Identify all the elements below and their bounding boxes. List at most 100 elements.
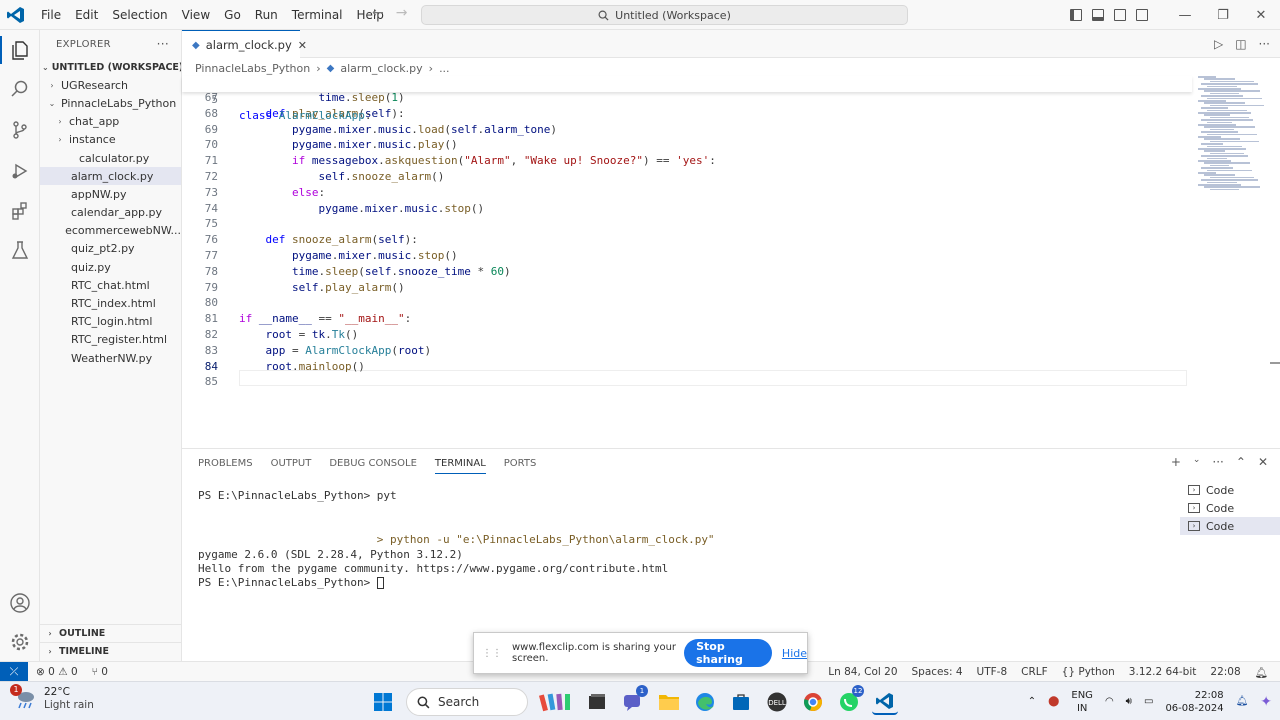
menu-go[interactable]: Go (217, 0, 248, 30)
sticky-scroll-line[interactable]: 5 class AlarmClockApp: (182, 76, 1192, 122)
clock[interactable]: 22:08 06-08-2024 (1165, 689, 1223, 715)
code-line[interactable]: 84 root.mainloop() (182, 359, 1192, 375)
microsoft-store-icon[interactable] (728, 689, 754, 715)
code-line[interactable]: 71 if messagebox.askquestion("Alarm", "W… (182, 153, 1192, 169)
back-arrow-icon[interactable]: ← (372, 5, 384, 21)
copilot-pencils-icon[interactable] (538, 689, 574, 715)
chevron-up-icon[interactable]: ⌃ (1028, 696, 1036, 707)
remote-indicator-icon[interactable]: ⤫ (0, 661, 28, 682)
cursor-position[interactable]: Ln 84, Col 20 (828, 666, 897, 678)
settings-gear-icon[interactable] (8, 630, 32, 654)
tree-item[interactable]: ⌄ PinnacleLabs_Python (40, 94, 181, 112)
code-line[interactable]: 73 else: (182, 185, 1192, 201)
toggle-primary-sidebar-icon[interactable] (1070, 9, 1082, 21)
tree-item[interactable]: ecommercewebNW... (40, 222, 181, 240)
tree-item[interactable]: RTC_register.html (40, 331, 181, 349)
code-line[interactable]: 75 (182, 216, 1192, 232)
minimize-icon[interactable]: — (1166, 8, 1204, 23)
battery-icon[interactable]: ▭ (1144, 696, 1153, 707)
split-editor-icon[interactable]: ◫ (1235, 37, 1246, 51)
menu-file[interactable]: File (34, 0, 68, 30)
code-line[interactable]: 74 pygame.mixer.music.stop() (182, 201, 1192, 217)
close-window-icon[interactable]: ✕ (1242, 8, 1280, 23)
chat-icon[interactable]: 1 (620, 685, 648, 715)
accounts-icon[interactable] (8, 591, 32, 615)
chevron-down-icon[interactable]: ⌄ (1193, 455, 1201, 469)
copilot-icon[interactable]: ✦ (1260, 694, 1272, 710)
code-line[interactable]: 83 app = AlarmClockApp(root) (182, 343, 1192, 359)
terminal-instance[interactable]: › Code (1180, 517, 1280, 535)
toggle-secondary-sidebar-icon[interactable] (1114, 9, 1126, 21)
extensions-icon[interactable] (8, 199, 32, 223)
tree-item[interactable]: calculator.py (40, 149, 181, 167)
tree-item[interactable]: quiz_pt2.py (40, 240, 181, 258)
notifications-bell-icon[interactable]: 🔔︎ (1255, 666, 1268, 679)
security-icon[interactable]: ⬤ (1048, 696, 1059, 707)
tree-item[interactable]: alarm_clock.py (40, 167, 181, 186)
run-python-file-icon[interactable]: ▷ (1214, 37, 1223, 51)
terminal-instance[interactable]: › Code (1180, 481, 1280, 499)
code-line[interactable]: 67 time.sleep(1) (182, 90, 1192, 106)
dell-icon[interactable]: DELL (764, 689, 790, 715)
code-line[interactable]: 70 pygame.mixer.music.play() (182, 137, 1192, 153)
tab-ports[interactable]: PORTS (504, 458, 537, 469)
breadcrumb-folder[interactable]: PinnacleLabs_Python (195, 62, 310, 75)
code-line[interactable]: 79 self.play_alarm() (182, 280, 1192, 296)
tab-terminal[interactable]: TERMINAL (434, 458, 486, 474)
notification-bell-icon[interactable]: 🔔︎ (1236, 696, 1249, 707)
minimap[interactable] (1198, 76, 1270, 196)
task-view-icon[interactable] (584, 689, 610, 715)
language-mode[interactable]: {} Python (1062, 666, 1115, 678)
more-actions-icon[interactable]: ··· (157, 37, 169, 51)
tree-item[interactable]: › instance (40, 131, 181, 149)
file-explorer-icon[interactable] (656, 689, 682, 715)
tree-item[interactable]: RTC_login.html (40, 313, 181, 331)
indentation[interactable]: Spaces: 4 (912, 666, 963, 678)
tree-item[interactable]: appNW.py (40, 185, 181, 203)
workspace-root[interactable]: ⌄ UNTITLED (WORKSPACE) (40, 58, 181, 76)
code-line[interactable]: 77 pygame.mixer.music.stop() (182, 248, 1192, 264)
encoding[interactable]: UTF-8 (977, 666, 1008, 678)
chrome-icon[interactable] (800, 689, 826, 715)
testing-flask-icon[interactable] (8, 238, 32, 262)
breadcrumb-symbol[interactable]: ... (439, 62, 450, 75)
tree-item[interactable]: WeatherNW.py (40, 349, 181, 367)
vscode-taskbar-icon[interactable] (872, 689, 898, 715)
volume-icon[interactable]: 🔊︎ (1126, 696, 1132, 707)
line-endings[interactable]: CRLF (1021, 666, 1048, 678)
taskbar-search[interactable]: Search (406, 688, 528, 716)
new-terminal-icon[interactable]: + (1171, 455, 1181, 469)
python-interpreter[interactable]: 3.12.2 64-bit (1129, 666, 1197, 678)
tab-problems[interactable]: PROBLEMS (198, 458, 253, 469)
tree-item[interactable]: › chat_app (40, 113, 181, 131)
code-editor[interactable]: 67 time.sleep(1) 68 def play_alarm(self):… (182, 76, 1280, 448)
breadcrumb-file[interactable]: alarm_clock.py (340, 62, 422, 75)
menu-terminal[interactable]: Terminal (285, 0, 350, 30)
windows-start-icon[interactable] (370, 689, 396, 715)
menu-view[interactable]: View (175, 0, 217, 30)
terminal-instance[interactable]: › Code (1180, 499, 1280, 517)
customize-layout-icon[interactable] (1136, 9, 1148, 21)
code-line[interactable]: 78 time.sleep(self.snooze_time * 60) (182, 264, 1192, 280)
close-panel-icon[interactable]: ✕ (1258, 455, 1268, 469)
scrollbar-marker[interactable] (1270, 362, 1280, 364)
code-line[interactable]: 80 (182, 295, 1192, 311)
more-actions-icon[interactable]: ··· (1259, 37, 1270, 51)
hide-link[interactable]: Hide (782, 647, 807, 660)
tree-item[interactable]: › UGResearch (40, 76, 181, 94)
more-actions-icon[interactable]: ··· (1212, 455, 1223, 469)
forward-arrow-icon[interactable]: → (396, 5, 408, 21)
code-line[interactable]: 82 root = tk.Tk() (182, 327, 1192, 343)
toggle-panel-icon[interactable] (1092, 9, 1104, 21)
explorer-icon[interactable] (0, 36, 40, 64)
search-icon[interactable] (8, 77, 32, 101)
tree-item[interactable]: quiz.py (40, 258, 181, 276)
edge-browser-icon[interactable] (692, 689, 718, 715)
whatsapp-icon[interactable]: 12 (836, 685, 864, 715)
drag-handle-icon[interactable]: ⋮⋮ (482, 648, 502, 659)
code-line[interactable]: 72 self.snooze_alarm() (182, 169, 1192, 185)
code-line[interactable]: 81 if __name__ == "__main__": (182, 311, 1192, 327)
tree-item[interactable]: RTC_index.html (40, 294, 181, 312)
weather-widget[interactable]: 1 22°C Light rain (10, 684, 94, 712)
close-tab-icon[interactable]: ✕ (298, 39, 307, 52)
